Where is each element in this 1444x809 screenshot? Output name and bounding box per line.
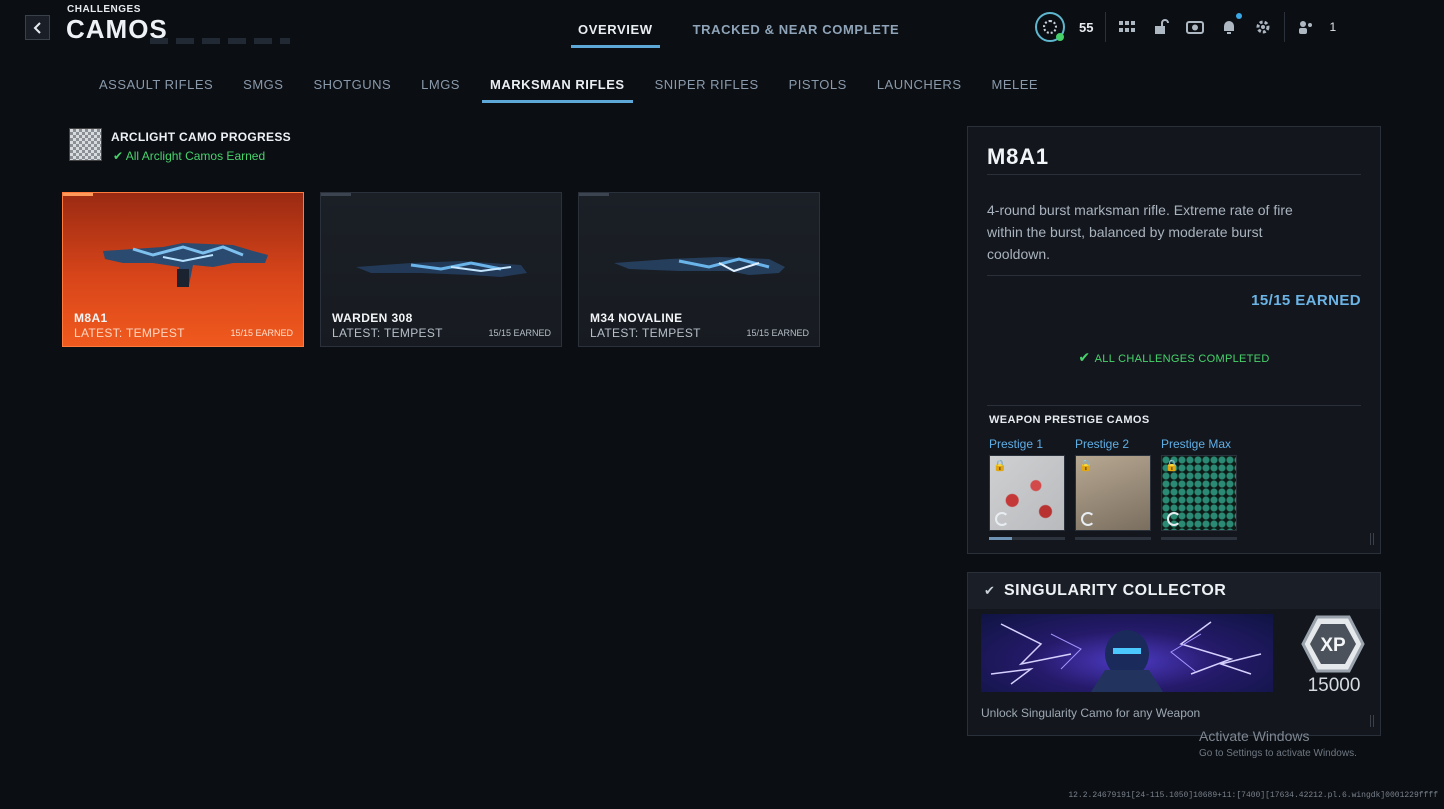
weapon-card-m8a1[interactable]: M8A1 LATEST: TEMPEST 15/15 EARNED: [62, 192, 304, 347]
tab-sniper-rifles[interactable]: SNIPER RIFLES: [647, 75, 767, 103]
weapon-earned-count: 15/15 EARNED: [488, 328, 551, 338]
singularity-collector-panel: ✔ SINGULARITY COLLECTOR XP 15000 Unlock …: [967, 572, 1381, 736]
singularity-header: ✔ SINGULARITY COLLECTOR: [968, 573, 1380, 609]
detail-earned-count: 15/15 EARNED: [1251, 292, 1361, 309]
prestige-camo-swatch: 🔒: [1161, 455, 1237, 531]
blurred-subtitle: [150, 38, 290, 44]
lock-icon: 🔒: [1165, 460, 1179, 472]
category-tabs: ASSAULT RIFLES SMGS SHOTGUNS LMGS MARKSM…: [91, 75, 1046, 103]
back-button[interactable]: [25, 15, 50, 40]
weapon-name: WARDEN 308: [332, 311, 413, 325]
weapon-name: M8A1: [74, 311, 108, 325]
tab-shotguns[interactable]: SHOTGUNS: [305, 75, 399, 103]
activate-windows-title: Activate Windows: [1199, 728, 1310, 744]
singularity-calling-card: [981, 614, 1273, 692]
singularity-title: SINGULARITY COLLECTOR: [1004, 582, 1227, 599]
xp-badge-icon: XP: [1301, 615, 1365, 673]
xp-reward-value: 15000: [1307, 675, 1361, 696]
rank-level: 55: [1079, 19, 1094, 35]
tab-lmgs[interactable]: LMGS: [413, 75, 468, 103]
tab-tracked-near-complete[interactable]: TRACKED & NEAR COMPLETE: [686, 20, 907, 48]
check-icon: ✔: [113, 149, 126, 163]
singularity-description: Unlock Singularity Camo for any Weapon: [981, 706, 1201, 720]
weapon-name: M34 NOVALINE: [590, 311, 683, 325]
tab-melee[interactable]: MELEE: [984, 75, 1047, 103]
prestige-swirl-icon: [1167, 512, 1181, 526]
prestige-progress-bar: [1075, 537, 1151, 540]
prestige-label: Prestige Max: [1161, 437, 1232, 451]
weapon-card-warden-308[interactable]: WARDEN 308 LATEST: TEMPEST 15/15 EARNED: [320, 192, 562, 347]
scroll-indicator[interactable]: [1370, 715, 1374, 727]
chevron-left-icon: [33, 21, 41, 34]
rank-icon[interactable]: [1035, 12, 1065, 42]
party-icon[interactable]: [1297, 18, 1315, 36]
prestige-camo-max[interactable]: Prestige Max 🔒: [1161, 437, 1237, 540]
rifle-image: [103, 243, 268, 287]
unlock-icon[interactable]: [1152, 18, 1170, 36]
tab-launchers[interactable]: LAUNCHERS: [869, 75, 970, 103]
activate-windows-subtitle: Go to Settings to activate Windows.: [1199, 748, 1357, 759]
top-tabs: OVERVIEW TRACKED & NEAR COMPLETE: [571, 20, 906, 48]
prestige-label: Prestige 1: [989, 437, 1044, 451]
weapon-earned-count: 15/15 EARNED: [230, 328, 293, 338]
weapon-latest-camo: LATEST: TEMPEST: [590, 326, 701, 340]
prestige-progress-bar: [1161, 537, 1237, 540]
party-count: 1: [1329, 20, 1337, 34]
notification-dot: [1236, 13, 1243, 19]
camera-icon[interactable]: [1186, 18, 1205, 36]
tab-smgs[interactable]: SMGS: [235, 75, 291, 103]
weapon-earned-count: 15/15 EARNED: [746, 328, 809, 338]
check-icon: ✔: [1078, 349, 1095, 365]
gear-icon[interactable]: [1254, 18, 1272, 36]
weapon-latest-camo: LATEST: TEMPEST: [332, 326, 443, 340]
build-string: 12.2.24679191[24-115.1050]10689+11:[7400…: [1068, 791, 1438, 800]
tab-marksman-rifles[interactable]: MARKSMAN RIFLES: [481, 75, 633, 103]
camo-progress-title: ARCLIGHT CAMO PROGRESS: [111, 130, 291, 144]
all-challenges-status: ✔ ALL CHALLENGES COMPLETED: [1078, 349, 1270, 365]
svg-text:XP: XP: [1320, 635, 1346, 656]
tab-pistols[interactable]: PISTOLS: [781, 75, 855, 103]
scroll-indicator[interactable]: [1370, 533, 1374, 545]
prestige-camo-1[interactable]: Prestige 1 🔒: [989, 437, 1065, 540]
online-status-dot: [1056, 33, 1064, 41]
hud-bar: 55 1: [1035, 12, 1336, 42]
prestige-camo-swatch: 🔒: [1075, 455, 1151, 531]
bell-icon[interactable]: [1220, 13, 1243, 36]
tab-overview[interactable]: OVERVIEW: [571, 20, 660, 48]
prestige-camo-2[interactable]: Prestige 2 🔒: [1075, 437, 1151, 540]
prestige-swirl-icon: [995, 512, 1009, 526]
check-icon: ✔: [984, 583, 995, 598]
weapon-card-m34-novaline[interactable]: M34 NOVALINE LATEST: TEMPEST 15/15 EARNE…: [578, 192, 820, 347]
arclight-camo-thumbnail: [69, 128, 102, 161]
weapon-detail-panel: M8A1 4-round burst marksman rifle. Extre…: [967, 126, 1381, 554]
detail-description: 4-round burst marksman rifle. Extreme ra…: [987, 202, 1293, 262]
camo-progress-status: ✔ All Arclight Camos Earned: [113, 149, 266, 163]
prestige-swirl-icon: [1081, 512, 1095, 526]
rifle-image: [614, 257, 785, 275]
detail-weapon-name: M8A1: [987, 144, 1049, 169]
tab-assault-rifles[interactable]: ASSAULT RIFLES: [91, 75, 221, 103]
prestige-camos-title: WEAPON PRESTIGE CAMOS: [989, 414, 1150, 426]
weapon-latest-camo: LATEST: TEMPEST: [74, 326, 185, 340]
prestige-progress-bar: [989, 537, 1065, 540]
rifle-image: [356, 261, 527, 277]
prestige-camo-swatch: 🔒: [989, 455, 1065, 531]
prestige-label: Prestige 2: [1075, 437, 1130, 451]
lock-icon: 🔒: [1079, 460, 1093, 472]
apps-grid-icon[interactable]: [1118, 18, 1136, 36]
lock-icon: 🔒: [993, 460, 1007, 472]
